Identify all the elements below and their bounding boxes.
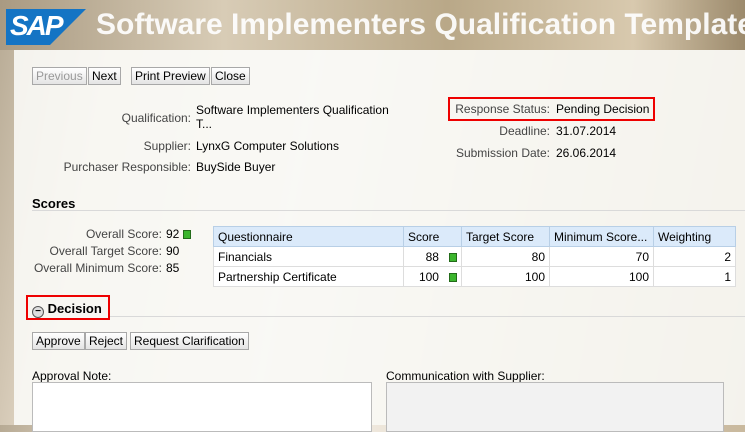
column-header[interactable]: Target Score (461, 226, 550, 247)
column-header[interactable]: Score (403, 226, 462, 247)
overall-minimum-label: Overall Minimum Score: (33, 261, 162, 275)
collapse-icon[interactable]: − (32, 306, 44, 318)
supplier-value: LynxG Computer Solutions (196, 139, 339, 153)
reject-button[interactable]: Reject (85, 332, 128, 350)
status-indicator-icon (449, 252, 457, 262)
decision-heading: Decision (47, 301, 102, 316)
purchaser-label: Purchaser Responsible: (63, 160, 191, 174)
questionnaire-cell: Partnership Certificate (213, 266, 404, 287)
score-cell: 88 (403, 246, 462, 267)
response-status-value: Pending Decision (556, 102, 650, 116)
status-indicator-icon (182, 230, 191, 240)
table-row[interactable]: Partnership Certificate 100 100 100 1 (213, 266, 736, 287)
column-header[interactable]: Minimum Score... (549, 226, 654, 247)
qualification-label: Qualification: (121, 111, 191, 125)
deadline-label: Deadline: (499, 124, 550, 138)
supplier-label: Supplier: (143, 139, 191, 153)
decision-section-toggle[interactable]: − Decision (32, 301, 102, 318)
table-row[interactable]: Financials 88 80 70 2 (213, 246, 736, 267)
table-header: Questionnaire Score Target Score Minimum… (213, 226, 736, 247)
response-status-label: Response Status: (455, 102, 550, 116)
purchaser-value: BuySide Buyer (196, 160, 276, 174)
approve-button[interactable]: Approve (32, 332, 85, 350)
print-preview-button[interactable]: Print Preview (131, 67, 210, 85)
qualification-value: Software Implementers Qualification T... (196, 103, 389, 131)
previous-button[interactable]: Previous (32, 67, 87, 85)
divider (110, 316, 745, 317)
overall-score-label: Overall Score: (85, 227, 162, 241)
overall-target-label: Overall Target Score: (49, 244, 163, 258)
scores-heading: Scores (32, 196, 76, 211)
page-title: Software Implementers Qualification Temp… (96, 8, 745, 41)
column-header[interactable]: Weighting (653, 226, 736, 247)
sap-logo: SAP (6, 9, 86, 45)
weighting-cell: 2 (653, 246, 736, 267)
submission-date-value: 26.06.2014 (556, 146, 617, 160)
minimum-cell: 70 (549, 246, 654, 267)
target-cell: 100 (461, 266, 550, 287)
approval-note-label: Approval Note: (32, 369, 112, 383)
status-indicator-icon (449, 272, 457, 282)
communication-label: Communication with Supplier: (386, 369, 545, 383)
close-button[interactable]: Close (211, 67, 250, 85)
minimum-cell: 100 (549, 266, 654, 287)
overall-score-value: 92 (166, 227, 191, 241)
next-button[interactable]: Next (88, 67, 121, 85)
column-header[interactable]: Questionnaire (213, 226, 404, 247)
header: SAP Software Implementers Qualification … (0, 0, 745, 50)
score-cell: 100 (403, 266, 462, 287)
weighting-cell: 1 (653, 266, 736, 287)
scores-table: Questionnaire Score Target Score Minimum… (213, 226, 736, 287)
questionnaire-cell: Financials (213, 246, 404, 267)
overall-target-value: 90 (166, 244, 180, 258)
divider (32, 210, 745, 211)
target-cell: 80 (461, 246, 550, 267)
deadline-value: 31.07.2014 (556, 124, 617, 138)
submission-date-label: Submission Date: (455, 146, 550, 160)
overall-minimum-value: 85 (166, 261, 180, 275)
request-clarification-button[interactable]: Request Clarification (130, 332, 249, 350)
